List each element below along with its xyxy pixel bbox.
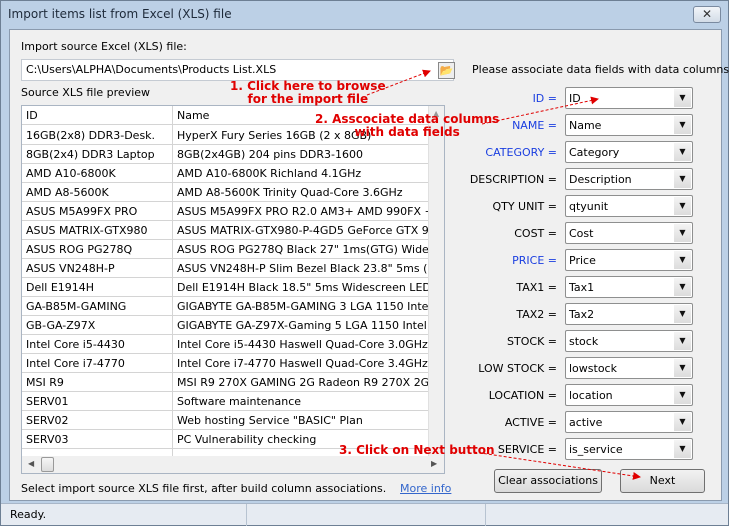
- title-bar: Import items list from Excel (XLS) file …: [1, 1, 728, 28]
- arrow-browse: [366, 69, 431, 96]
- status-bar: Ready.: [1, 503, 728, 526]
- window-title: Import items list from Excel (XLS) file: [8, 7, 232, 21]
- close-button[interactable]: ✕: [693, 6, 721, 23]
- import-dialog: Import items list from Excel (XLS) file …: [0, 0, 729, 526]
- arrow-next: [473, 451, 641, 480]
- annotation-arrows: [366, 69, 641, 480]
- close-icon: ✕: [701, 7, 713, 21]
- status-segment: [246, 504, 247, 526]
- status-text: Ready.: [10, 508, 47, 521]
- arrow-associate: [481, 96, 599, 125]
- status-segment: [485, 504, 486, 526]
- client-area: Import source Excel (XLS) file: C:\Users…: [9, 29, 729, 501]
